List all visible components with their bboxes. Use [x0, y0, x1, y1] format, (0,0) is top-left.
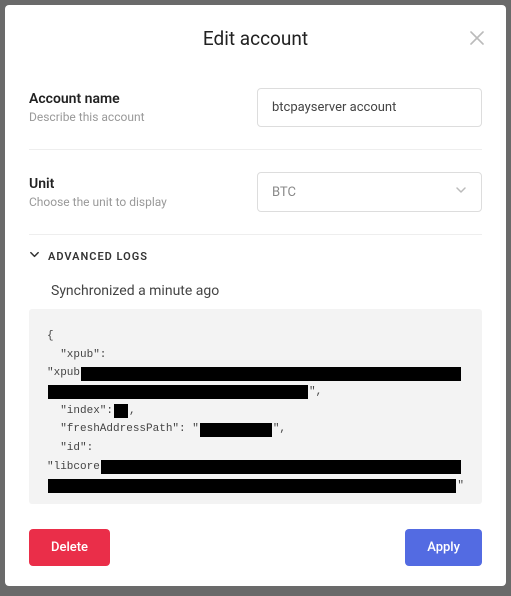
- modal-title: Edit account: [29, 27, 482, 50]
- log-line: ": [47, 477, 464, 496]
- log-line: "freshAddressPath": "",: [47, 420, 464, 439]
- delete-button[interactable]: Delete: [29, 529, 110, 566]
- sync-status: Synchronized a minute ago: [29, 273, 482, 309]
- log-line: "libcore: [47, 458, 464, 477]
- unit-description: Choose the unit to display: [29, 195, 257, 209]
- close-icon[interactable]: [466, 25, 488, 54]
- unit-selected-value: BTC: [272, 185, 296, 200]
- advanced-log-box[interactable]: { "xpub":"xpub", "index": , "freshAddres…: [29, 309, 482, 504]
- log-line: "xpub: [47, 364, 464, 383]
- modal-header: Edit account: [5, 5, 506, 66]
- account-name-description: Describe this account: [29, 110, 257, 124]
- chevron-down-icon: [455, 184, 467, 200]
- redacted-segment: [48, 479, 456, 493]
- advanced-logs-label: ADVANCED LOGS: [48, 250, 148, 263]
- redacted-segment: [200, 423, 272, 437]
- account-name-label: Account name: [29, 91, 257, 107]
- account-name-row: Account name Describe this account: [29, 66, 482, 150]
- log-line: ",: [47, 383, 464, 402]
- unit-label: Unit: [29, 176, 257, 192]
- unit-select[interactable]: BTC: [257, 172, 482, 212]
- modal-body: Account name Describe this account Unit …: [5, 66, 506, 513]
- redacted-segment: [81, 367, 461, 381]
- log-line: "id":: [47, 439, 464, 458]
- log-line: ,: [47, 495, 464, 504]
- chevron-down-icon: [29, 249, 40, 263]
- redacted-segment: [48, 385, 308, 399]
- log-line: {: [47, 327, 464, 346]
- redacted-segment: [114, 404, 128, 418]
- account-name-input[interactable]: [257, 88, 482, 127]
- log-line: "xpub":: [47, 346, 464, 365]
- advanced-logs-toggle[interactable]: ADVANCED LOGS: [29, 235, 482, 273]
- log-line: "index": ,: [47, 402, 464, 421]
- edit-account-modal: Edit account Account name Describe this …: [5, 5, 506, 586]
- apply-button[interactable]: Apply: [405, 529, 482, 566]
- redacted-segment: [101, 460, 461, 474]
- modal-footer: Delete Apply: [5, 513, 506, 586]
- unit-row: Unit Choose the unit to display BTC: [29, 150, 482, 235]
